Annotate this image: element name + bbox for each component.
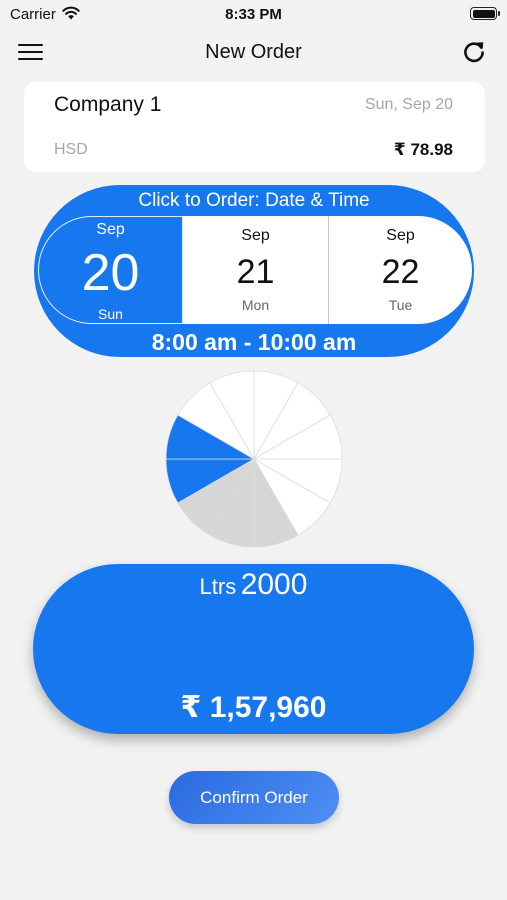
- status-bar: Carrier 8:33 PM: [0, 0, 507, 28]
- product-name: HSD: [54, 141, 88, 158]
- date-weekday: Tue: [388, 297, 413, 313]
- quantity-unit: Ltrs: [199, 574, 237, 599]
- quantity-panel[interactable]: Ltrs 2000 ₹ 1,57,960: [33, 564, 474, 734]
- refresh-icon[interactable]: [461, 39, 487, 65]
- time-slot-label[interactable]: 8:00 am - 10:00 am: [34, 329, 474, 356]
- date-weekday: Sun: [98, 306, 123, 322]
- date-option-21[interactable]: Sep 21 Mon: [183, 216, 328, 324]
- date-month: Sep: [241, 227, 270, 244]
- date-weekday: Mon: [241, 297, 270, 313]
- product-price: ₹ 78.98: [393, 140, 453, 159]
- date-day: 21: [236, 253, 275, 291]
- date-month: Sep: [386, 227, 415, 244]
- company-name: Company 1: [54, 93, 162, 116]
- total-amount: ₹ 1,57,960: [180, 691, 327, 724]
- date-option-20[interactable]: Sep 20 Sun: [38, 216, 183, 324]
- battery-icon: [470, 7, 500, 20]
- order-date: Sun, Sep 20: [364, 96, 453, 113]
- date-options: Sep 20 Sun Sep 21 Mon Sep 22 Tue: [38, 216, 472, 324]
- time-slot-wheel[interactable]: [164, 369, 344, 549]
- page-title: New Order: [205, 41, 302, 63]
- date-day: 22: [381, 253, 420, 291]
- status-time: 8:33 PM: [225, 6, 282, 23]
- nav-bar: New Order: [0, 30, 507, 74]
- date-option-22[interactable]: Sep 22 Tue: [329, 216, 472, 324]
- date-time-selector: Click to Order: Date & Time Sep 20 Sun S…: [34, 185, 474, 357]
- date-day: 20: [81, 244, 140, 302]
- confirm-order-button[interactable]: Confirm Order: [169, 771, 339, 824]
- date-month: Sep: [96, 221, 125, 238]
- quantity-row: Ltrs 2000: [33, 568, 474, 602]
- quantity-value[interactable]: 2000: [241, 568, 308, 601]
- company-card[interactable]: Company 1 Sun, Sep 20 HSD ₹ 78.98: [24, 82, 485, 172]
- date-panel-title[interactable]: Click to Order: Date & Time: [34, 190, 474, 212]
